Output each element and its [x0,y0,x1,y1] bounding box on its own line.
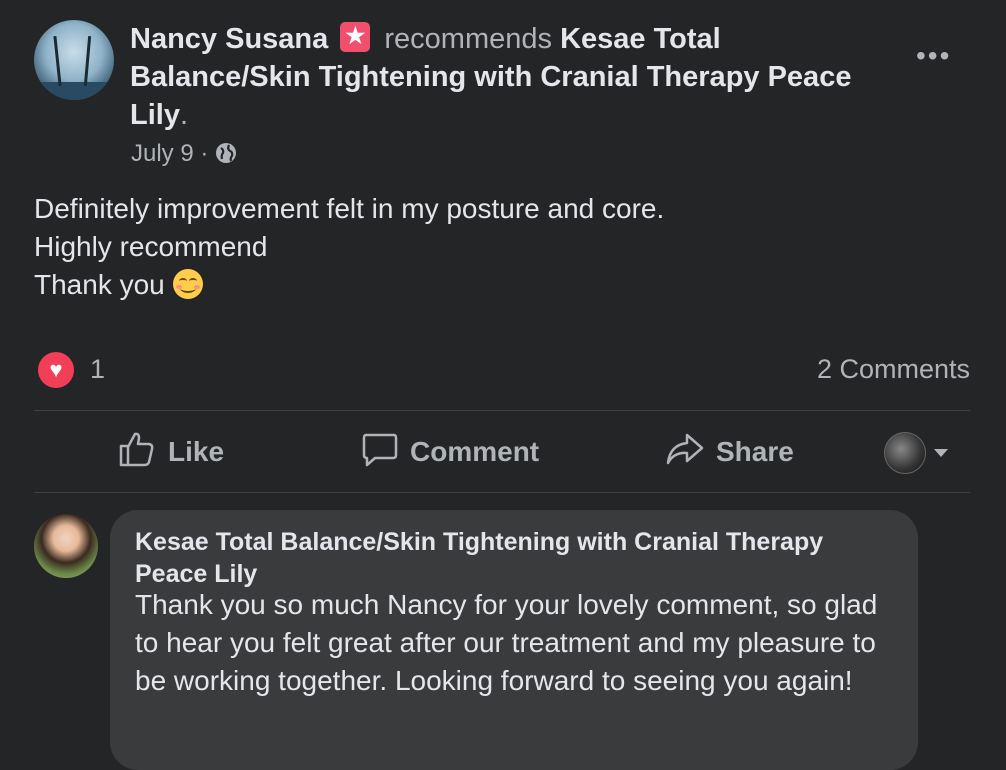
reaction-count[interactable]: 1 [90,354,105,385]
globe-icon[interactable] [215,142,237,164]
like-icon [118,430,168,475]
share-label: Share [716,436,794,467]
post-stats: ♥ 1 2 Comments [34,348,970,394]
star-badge-icon: ★ [340,22,371,52]
more-icon[interactable]: ••• [916,40,951,72]
post-body-line: Thank you [34,266,664,304]
post-body: Definitely improvement felt in my postur… [34,190,664,304]
heart-reaction-icon[interactable]: ♥ [38,352,74,388]
smiling-emoji-icon [172,269,203,299]
share-button[interactable]: Share [666,430,794,474]
comment-author[interactable]: Kesae Total Balance/Skin Tightening with… [135,526,895,590]
commenter-avatar[interactable] [34,514,98,578]
recommends-text: recommends [384,23,553,55]
post-header: Nancy Susana ★ recommends Kesae Total Ba… [130,20,890,134]
header-period: . [179,99,189,131]
post-meta: July 9 · [131,140,237,168]
post-body-line: Definitely improvement felt in my postur… [34,193,665,224]
action-bar: Like Comment Share [34,412,970,492]
poster-avatar[interactable] [34,20,114,100]
account-avatar [884,432,926,474]
like-label: Like [168,436,225,467]
comments-count[interactable]: 2 Comments [817,354,970,385]
meta-separator: · [193,140,216,167]
post-date[interactable]: July 9 [131,140,194,167]
divider [34,492,970,493]
caret-down-icon [934,449,948,457]
share-icon [666,431,716,474]
comment-as-selector[interactable] [884,432,948,474]
like-button[interactable]: Like [118,430,224,474]
comment-bubble: Kesae Total Balance/Skin Tightening with… [110,510,918,770]
comment-button[interactable]: Comment [362,430,539,474]
comment-icon [362,431,410,474]
divider [34,410,970,411]
poster-name[interactable]: Nancy Susana [130,23,328,55]
comment-text: Thank you so much Nancy for your lovely … [135,589,878,696]
post-body-line: Highly recommend [34,231,268,262]
comment-label: Comment [410,436,540,467]
